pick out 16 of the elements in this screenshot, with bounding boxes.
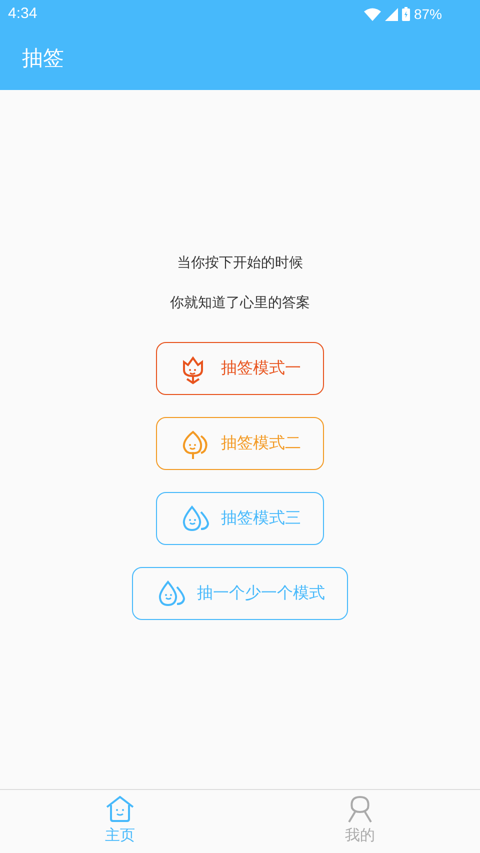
mode-button[interactable]: 抽签模式一: [156, 342, 324, 395]
app-title: 抽签: [22, 46, 64, 72]
mode-button[interactable]: 抽签模式三: [156, 492, 324, 545]
nav-tab[interactable]: 主页: [0, 790, 240, 853]
signal-icon: [384, 8, 398, 20]
wifi-icon: [364, 8, 381, 20]
intro-text: 你就知道了心里的答案: [170, 293, 310, 312]
mode-button[interactable]: 抽一个少一个模式: [132, 567, 348, 620]
home-icon: [106, 795, 134, 823]
mode-button[interactable]: 抽签模式二: [156, 417, 324, 470]
nav-tab[interactable]: 我的: [240, 790, 480, 853]
battery-icon: [402, 7, 410, 21]
intro-text: 当你按下开始的时候: [177, 253, 303, 272]
status-time: 4:34: [8, 4, 38, 24]
person-icon: [346, 795, 374, 823]
battery-percent: 87%: [414, 4, 442, 24]
